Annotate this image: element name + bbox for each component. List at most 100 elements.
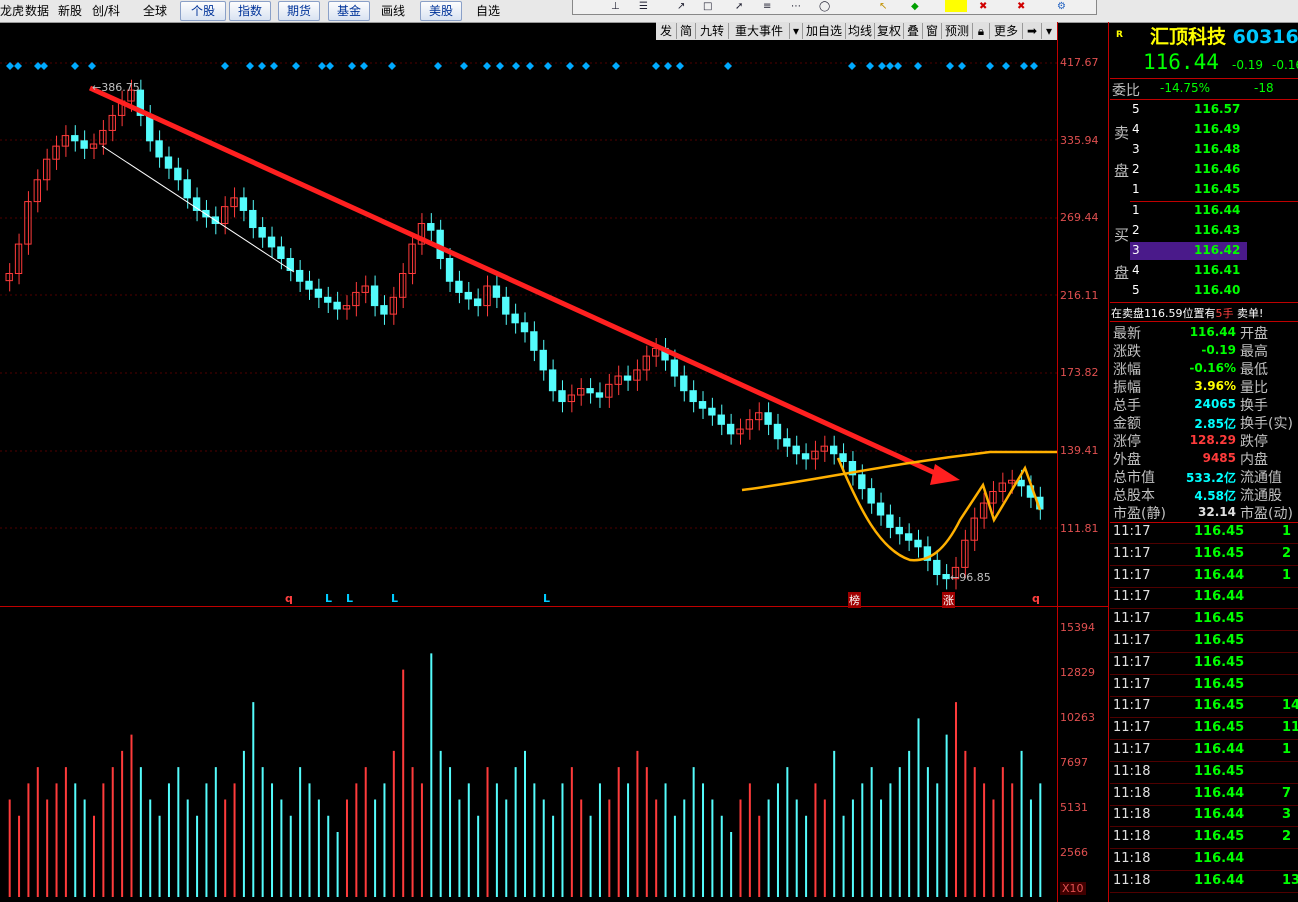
chart-btn-jiuzhuan[interactable]: 九转 bbox=[696, 23, 729, 39]
chart-btn-add-watch[interactable]: 加自选 bbox=[803, 23, 846, 39]
event-diamond-icon[interactable] bbox=[483, 62, 491, 70]
chart-btn-more[interactable]: 更多 bbox=[990, 23, 1023, 39]
marker-q[interactable]: q bbox=[1032, 592, 1040, 605]
event-diamond-icon[interactable] bbox=[582, 62, 590, 70]
event-diamond-icon[interactable] bbox=[348, 62, 356, 70]
chart-menu-icon[interactable]: ▾ bbox=[1042, 23, 1056, 39]
event-diamond-icon[interactable] bbox=[388, 62, 396, 70]
buy-level-price[interactable]: 116.44 bbox=[1194, 203, 1240, 217]
marker-zhang[interactable]: 涨 bbox=[942, 592, 955, 608]
event-diamond-icon[interactable] bbox=[566, 62, 574, 70]
stat-label: 涨停 bbox=[1113, 434, 1141, 450]
marker-l[interactable]: L bbox=[391, 592, 398, 605]
sell-level-price[interactable]: 116.49 bbox=[1194, 122, 1240, 136]
rect-tool-icon[interactable]: □ bbox=[703, 1, 712, 12]
circle-tool-icon[interactable]: ◯ bbox=[819, 1, 830, 12]
buy-level-index: 2 bbox=[1132, 223, 1140, 237]
event-diamond-icon[interactable] bbox=[221, 62, 229, 70]
arrow-tool-icon[interactable]: ➚ bbox=[735, 1, 743, 12]
event-diamond-icon[interactable] bbox=[512, 62, 520, 70]
event-diamond-icon[interactable] bbox=[652, 62, 660, 70]
hline-tool-icon[interactable]: ≡ bbox=[763, 1, 771, 12]
tab-index[interactable]: 指数 bbox=[229, 1, 271, 21]
buy-level-price[interactable]: 116.43 bbox=[1194, 223, 1240, 237]
menu-watchlist[interactable]: 自选 bbox=[476, 3, 500, 19]
chart-btn-window[interactable]: 窗 bbox=[923, 23, 942, 39]
event-diamond-icon[interactable] bbox=[292, 62, 300, 70]
tab-us-stock[interactable]: 美股 bbox=[420, 1, 462, 21]
event-diamond-icon[interactable] bbox=[326, 62, 334, 70]
chart-btn-fa[interactable]: 发 bbox=[656, 23, 677, 39]
tick-volume: 1 bbox=[1282, 524, 1292, 539]
event-diamond-icon[interactable] bbox=[612, 62, 620, 70]
buy-level-price[interactable]: 116.42 bbox=[1194, 243, 1240, 257]
settings-icon[interactable]: ⚙ bbox=[1057, 1, 1066, 12]
tab-futures[interactable]: 期货 bbox=[278, 1, 320, 21]
sell-level-price[interactable]: 116.57 bbox=[1194, 102, 1240, 116]
delete-icon[interactable]: ✖ bbox=[979, 1, 987, 12]
tick-volume: 7 bbox=[1282, 785, 1292, 801]
sell-level-price[interactable]: 116.45 bbox=[1194, 182, 1240, 196]
candle-body bbox=[942, 574, 950, 580]
event-diamond-icon[interactable] bbox=[496, 62, 504, 70]
chart-btn-major-events[interactable]: 重大事件 bbox=[729, 23, 790, 39]
marker-bang[interactable]: 榜 bbox=[848, 592, 861, 608]
sell-level-price[interactable]: 116.46 bbox=[1194, 162, 1240, 176]
parallel-tool-icon[interactable]: ☰ bbox=[639, 1, 648, 12]
event-diamond-icon[interactable] bbox=[6, 62, 14, 70]
chart-btn-ma[interactable]: 均线 bbox=[846, 23, 875, 39]
menu-draw-line[interactable]: 画线 bbox=[381, 3, 405, 19]
line-tool-icon[interactable]: ⊥ bbox=[611, 1, 620, 12]
tick-price: 116.44 bbox=[1194, 589, 1245, 605]
menu-data[interactable]: 数据 bbox=[25, 3, 49, 19]
event-diamond-icon[interactable] bbox=[88, 62, 96, 70]
event-diamond-icon[interactable] bbox=[878, 62, 886, 70]
ray-tool-icon[interactable]: ↗ bbox=[677, 1, 685, 12]
stock-code: 60316 bbox=[1232, 26, 1298, 48]
menu-new-stocks[interactable]: 新股 bbox=[58, 3, 82, 19]
buy-level-price[interactable]: 116.40 bbox=[1194, 283, 1240, 297]
chart-btn-adjust[interactable]: 复权 bbox=[875, 23, 904, 39]
panel-toggle-icon[interactable]: ➡ bbox=[1023, 23, 1042, 39]
lock-icon[interactable]: 🔒︎ bbox=[973, 23, 990, 39]
tick-price: 116.45 bbox=[1194, 654, 1245, 670]
event-diamond-icon[interactable] bbox=[848, 62, 856, 70]
event-diamond-icon[interactable] bbox=[246, 62, 254, 70]
event-diamond-icon[interactable] bbox=[526, 62, 534, 70]
yellow-color-icon[interactable] bbox=[945, 0, 967, 12]
menu-chuang-ke[interactable]: 创/科 bbox=[92, 3, 120, 19]
event-diamond-icon[interactable] bbox=[318, 62, 326, 70]
stat-label: 金额 bbox=[1113, 416, 1141, 432]
event-diamond-icon[interactable] bbox=[866, 62, 874, 70]
sell-label: 盘 bbox=[1114, 162, 1130, 180]
marker-l[interactable]: L bbox=[346, 592, 353, 605]
chart-btn-forecast[interactable]: 预测 bbox=[942, 23, 973, 39]
event-diamond-icon[interactable] bbox=[258, 62, 266, 70]
volume-tick: 7697 bbox=[1060, 756, 1088, 769]
menu-global[interactable]: 全球 bbox=[143, 3, 167, 19]
cursor-tool-icon[interactable]: ↖ bbox=[879, 1, 887, 12]
event-diamond-icon[interactable] bbox=[886, 62, 894, 70]
stat-label-right: 内盘 bbox=[1240, 452, 1268, 468]
marker-l[interactable]: L bbox=[543, 592, 550, 605]
event-diamond-icon[interactable] bbox=[1002, 62, 1010, 70]
chart-btn-overlay[interactable]: 叠 bbox=[904, 23, 923, 39]
delete-all-icon[interactable]: ✖ bbox=[1017, 1, 1025, 12]
event-diamond-icon[interactable] bbox=[71, 62, 79, 70]
kline-chart[interactable] bbox=[0, 40, 1058, 902]
event-diamond-icon[interactable] bbox=[676, 62, 684, 70]
event-diamond-icon[interactable] bbox=[986, 62, 994, 70]
menu-longhu[interactable]: 龙虎 bbox=[0, 3, 24, 19]
marker-l[interactable]: L bbox=[325, 592, 332, 605]
marker-q[interactable]: q bbox=[285, 592, 293, 605]
event-diamond-icon[interactable] bbox=[958, 62, 966, 70]
event-diamond-icon[interactable] bbox=[946, 62, 954, 70]
fib-tool-icon[interactable]: ⋯ bbox=[791, 1, 801, 12]
green-marker-icon[interactable]: ◆ bbox=[911, 1, 919, 12]
chart-btn-jian[interactable]: 简 bbox=[677, 23, 696, 39]
tab-fund[interactable]: 基金 bbox=[328, 1, 370, 21]
sell-level-price[interactable]: 116.48 bbox=[1194, 142, 1240, 156]
tab-stock[interactable]: 个股 bbox=[180, 1, 226, 21]
buy-level-price[interactable]: 116.41 bbox=[1194, 263, 1240, 277]
chevron-down-icon[interactable]: ▾ bbox=[790, 23, 803, 39]
